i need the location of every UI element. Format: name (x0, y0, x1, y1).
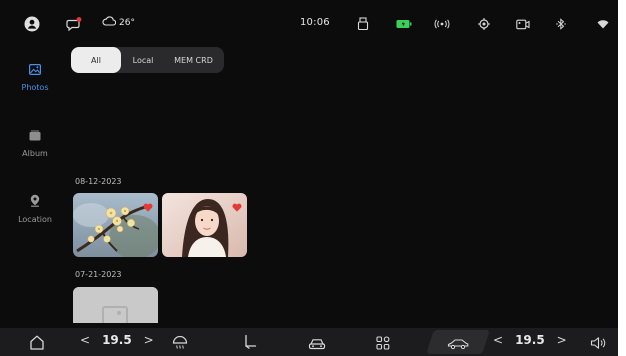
camera-icon (516, 16, 530, 32)
clock: 10:06 (300, 17, 330, 28)
section-date: 08-12-2023 (75, 177, 122, 186)
defrost-icon[interactable] (172, 335, 188, 351)
apps-grid-icon[interactable] (376, 335, 390, 351)
status-bar: 26° 10:06 (0, 0, 618, 48)
wifi-icon (597, 16, 609, 32)
left-temp-decrease[interactable]: < (80, 333, 90, 347)
left-temp-value: 19.5 (102, 333, 132, 347)
message-icon[interactable] (66, 16, 82, 32)
filter-mem-crd[interactable]: MEM CRD (165, 47, 222, 73)
sidebar-item-location[interactable]: Location (0, 194, 70, 224)
location-pin-icon (29, 194, 41, 209)
portrait-photo[interactable] (162, 193, 247, 257)
volume-icon[interactable] (590, 335, 606, 351)
plum-blossom-photo[interactable] (73, 193, 158, 257)
sidebar-item-label: Album (22, 149, 48, 158)
battery-icon (396, 16, 412, 32)
bluetooth-icon (556, 16, 566, 32)
sidebar: Photos Album Location (0, 48, 70, 328)
filter-local[interactable]: Local (121, 47, 165, 73)
right-temp-increase[interactable]: > (557, 333, 567, 347)
radio-icon (433, 16, 451, 32)
weather: 26° (102, 16, 135, 29)
sidebar-item-label: Photos (21, 83, 49, 92)
usb-icon (357, 16, 369, 32)
cloud-icon (102, 16, 117, 29)
right-temp-decrease[interactable]: < (493, 333, 503, 347)
photos-icon (29, 64, 42, 77)
car-side-icon[interactable] (447, 336, 469, 352)
album-icon (29, 130, 41, 143)
right-temperature-control: < 19.5 > (493, 333, 567, 347)
location-target-icon (478, 16, 490, 32)
left-temperature-control: < 19.5 > (80, 333, 154, 347)
car-front-icon[interactable] (308, 336, 326, 352)
seat-icon[interactable] (243, 334, 257, 350)
placeholder-photo[interactable] (73, 287, 158, 323)
sidebar-item-album[interactable]: Album (0, 130, 70, 158)
gallery-screen: 26° 10:06 Photos Album Location All Loca… (0, 0, 618, 356)
temperature: 26° (119, 17, 135, 28)
sidebar-item-label: Location (18, 215, 52, 224)
section-date: 07-21-2023 (75, 270, 122, 279)
left-temp-increase[interactable]: > (144, 333, 154, 347)
right-temp-value: 19.5 (515, 333, 545, 347)
favorite-heart-icon[interactable] (232, 197, 242, 216)
user-icon[interactable] (24, 16, 40, 32)
favorite-heart-icon[interactable] (143, 197, 153, 216)
filter-all[interactable]: All (71, 47, 121, 73)
sidebar-item-photos[interactable]: Photos (0, 64, 70, 92)
source-filter: All Local MEM CRD (71, 47, 224, 73)
home-icon[interactable] (30, 334, 44, 350)
